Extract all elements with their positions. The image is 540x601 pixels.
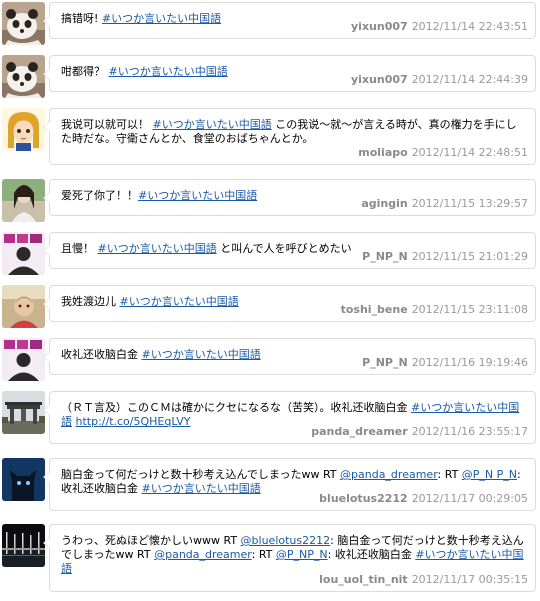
tweet-item: 脑白金って何だっけと数十秒考え込んでしまったww RT @panda_dream… <box>0 458 540 513</box>
timestamp[interactable]: 2012/11/14 22:43:51 <box>412 20 528 33</box>
timestamp[interactable]: 2012/11/17 00:29:05 <box>412 492 528 505</box>
tweet-text-segment: 收礼还收脑白金 <box>61 348 142 361</box>
tweet-item: 搞错呀! #いつか言いたい中国語 yixun007 2012/11/14 22:43… <box>0 2 540 45</box>
timestamp[interactable]: 2012/11/14 22:48:51 <box>412 146 528 159</box>
username[interactable]: agingin <box>361 197 407 210</box>
mention-link[interactable]: @panda_dreamer <box>154 548 252 561</box>
tweet-item: うわっ、死ぬほど懐かしいwww RT @bluelotus2212: 脑白金って… <box>0 524 540 594</box>
tweet-meta: P_NP_N 2012/11/15 21:01:29 <box>362 250 528 264</box>
tweet-item: 爱死了你了！！#いつか言いたい中国語 agingin 2012/11/15 13:2… <box>0 179 540 222</box>
mention-link[interactable]: @panda_dreamer <box>340 468 438 481</box>
tweet-item: 咁都得？ #いつか言いたい中国語 yixun007 2012/11/14 22:44… <box>0 55 540 98</box>
silhouette-avatar[interactable] <box>2 232 45 275</box>
tweet-bubble: 收礼还收脑白金 #いつか言いたい中国語 P_NP_N 2012/11/16 19:1… <box>43 338 536 375</box>
tweet-bubble: 咁都得？ #いつか言いたい中国語 yixun007 2012/11/14 22:44… <box>43 55 536 92</box>
username[interactable]: yixun007 <box>351 73 408 86</box>
username[interactable]: yixun007 <box>351 20 408 33</box>
tweet-bubble: 且慢！ #いつか言いたい中国語 と叫んで人を呼びとめたい P_NP_N 2012/1… <box>43 232 536 269</box>
username[interactable]: bluelotus2212 <box>319 492 408 505</box>
username[interactable]: moliapo <box>358 146 407 159</box>
tweet-item: （ＲＴ言及）このＣＭは確かにクセになるな（苦笑）。收礼还收脑白金 #いつか言いた… <box>0 391 540 446</box>
tweet-bubble: 搞错呀! #いつか言いたい中国語 yixun007 2012/11/14 22:43… <box>43 2 536 39</box>
tweet-meta: bluelotus2212 2012/11/17 00:29:05 <box>319 492 528 506</box>
timestamp[interactable]: 2012/11/15 21:01:29 <box>412 250 528 263</box>
tweet-bubble: うわっ、死ぬほど懐かしいwww RT @bluelotus2212: 脑白金って… <box>43 524 536 592</box>
anime-girl-avatar[interactable] <box>2 108 45 151</box>
username[interactable]: lou_uol_tin_nit <box>319 573 408 586</box>
hashtag-link[interactable]: #いつか言いたい中国語 <box>153 118 272 131</box>
tweet-meta: lou_uol_tin_nit 2012/11/17 00:35:15 <box>319 573 528 587</box>
hashtag-link[interactable]: #いつか言いたい中国語 <box>142 348 261 361</box>
tweet-text-segment: 搞错呀! <box>61 12 102 25</box>
hashtag-link[interactable]: #いつか言いたい中国語 <box>120 295 239 308</box>
tweet-feed: 搞错呀! #いつか言いたい中国語 yixun007 2012/11/14 22:43… <box>0 0 540 601</box>
tweet-meta: agingin 2012/11/15 13:29:57 <box>361 197 528 211</box>
tweet-text-segment: 脑白金って何だっけと数十秒考え込んでしまったww RT <box>61 468 341 481</box>
timestamp[interactable]: 2012/11/16 19:19:46 <box>412 356 528 369</box>
tweet-text-segment: 咁都得？ <box>61 65 109 78</box>
tweet-text-segment: うわっ、死ぬほど懐かしいwww RT <box>61 534 241 547</box>
mention-link[interactable]: @P_N P_N <box>462 468 517 481</box>
username[interactable]: P_NP_N <box>362 356 408 369</box>
username[interactable]: toshi_bene <box>341 303 408 316</box>
tweet-item: 我说可以就可以！ #いつか言いたい中国語 この我说～就～が言える時が、真の権力を… <box>0 108 540 167</box>
tweet-bubble: 脑白金って何だっけと数十秒考え込んでしまったww RT @panda_dream… <box>43 458 536 511</box>
hashtag-link[interactable]: #いつか言いたい中国語 <box>102 12 221 25</box>
hashtag-link[interactable]: #いつか言いたい中国語 <box>138 189 257 202</box>
silhouette-avatar[interactable] <box>2 338 45 381</box>
tweet-text-segment: 我姓渡边儿 <box>61 295 120 308</box>
tweet-meta: toshi_bene 2012/11/15 23:11:08 <box>341 303 528 317</box>
tweet-meta: yixun007 2012/11/14 22:44:39 <box>351 73 528 87</box>
tweet-meta: yixun007 2012/11/14 22:43:51 <box>351 20 528 34</box>
tweet-bubble: 爱死了你了！！#いつか言いたい中国語 agingin 2012/11/15 13:2… <box>43 179 536 216</box>
timestamp[interactable]: 2012/11/17 00:35:15 <box>412 573 528 586</box>
tweet-text-segment: : RT <box>251 548 276 561</box>
toddler-photo-avatar[interactable] <box>2 285 45 328</box>
tweet-text-segment: 爱死了你了！！ <box>61 189 138 202</box>
timestamp[interactable]: 2012/11/15 13:29:57 <box>412 197 528 210</box>
username[interactable]: P_NP_N <box>362 250 408 263</box>
tweet-text-segment: と叫んで人を呼びとめたい <box>216 242 352 255</box>
tweet-text-segment: 我说可以就可以！ <box>61 118 153 131</box>
tweet-item: 我姓渡边儿 #いつか言いたい中国語 toshi_bene 2012/11/15 23… <box>0 285 540 328</box>
username[interactable]: panda_dreamer <box>311 425 407 438</box>
tweet-text-segment: 且慢！ <box>61 242 98 255</box>
tweet-text-segment: : 收礼还收脑白金 <box>327 548 416 561</box>
hashtag-link[interactable]: #いつか言いたい中国語 <box>142 482 261 495</box>
tweet-bubble: 我说可以就可以！ #いつか言いたい中国語 この我说～就～が言える時が、真の権力を… <box>43 108 536 165</box>
tweet-item: 收礼还收脑白金 #いつか言いたい中国語 P_NP_N 2012/11/16 19:1… <box>0 338 540 381</box>
panda-avatar[interactable] <box>2 55 45 98</box>
timestamp[interactable]: 2012/11/15 23:11:08 <box>412 303 528 316</box>
tweet-text-segment: : RT <box>437 468 462 481</box>
tweet-text: 我说可以就可以！ #いつか言いたい中国語 この我说～就～が言える時が、真の権力を… <box>61 118 527 146</box>
tweet-bubble: （ＲＴ言及）このＣＭは確かにクセになるな（苦笑）。收礼还收脑白金 #いつか言いた… <box>43 391 536 444</box>
tweet-item: 且慢！ #いつか言いたい中国語 と叫んで人を呼びとめたい P_NP_N 2012/1… <box>0 232 540 275</box>
mention-link[interactable]: @bluelotus2212 <box>241 534 331 547</box>
gate-photo-avatar[interactable] <box>2 391 45 434</box>
tweet-meta: P_NP_N 2012/11/16 19:19:46 <box>362 356 528 370</box>
tweet-text-segment: （ＲＴ言及）このＣＭは確かにクセになるな（苦笑）。收礼还收脑白金 <box>61 401 411 414</box>
hashtag-link[interactable]: #いつか言いたい中国語 <box>98 242 217 255</box>
timestamp[interactable]: 2012/11/14 22:44:39 <box>412 73 528 86</box>
night-pier-avatar[interactable] <box>2 524 45 567</box>
photo-woman-avatar[interactable] <box>2 179 45 222</box>
tweet-text: うわっ、死ぬほど懐かしいwww RT @bluelotus2212: 脑白金って… <box>61 534 527 576</box>
mention-link[interactable]: @P_NP_N <box>276 548 328 561</box>
tweet-meta: panda_dreamer 2012/11/16 23:55:17 <box>311 425 528 439</box>
hashtag-link[interactable]: #いつか言いたい中国語 <box>109 65 228 78</box>
cat-avatar[interactable] <box>2 458 45 501</box>
tweet-bubble: 我姓渡边儿 #いつか言いたい中国語 toshi_bene 2012/11/15 23… <box>43 285 536 322</box>
panda-avatar[interactable] <box>2 2 45 45</box>
tweet-meta: moliapo 2012/11/14 22:48:51 <box>358 146 528 160</box>
url-link[interactable]: http://t.co/5QHEqLVY <box>76 415 191 428</box>
timestamp[interactable]: 2012/11/16 23:55:17 <box>412 425 528 438</box>
